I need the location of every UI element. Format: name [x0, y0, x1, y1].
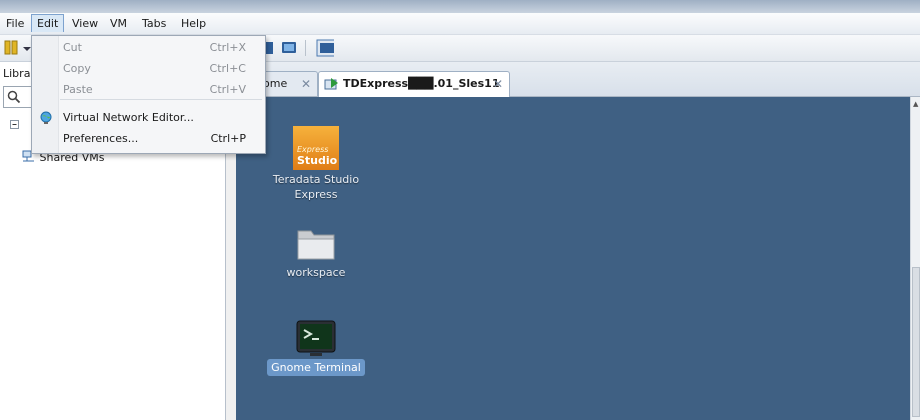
menu-item-cut[interactable]: Cut Ctrl+X [33, 38, 264, 58]
desktop-icon-label: Teradata Studio Express [272, 173, 360, 201]
folder-icon [297, 230, 335, 260]
scrollbar-thumb[interactable] [912, 267, 920, 417]
menu-item-virtual-network-editor[interactable]: Virtual Network Editor... [33, 108, 264, 128]
pause-icon[interactable] [2, 39, 20, 57]
unity-view-icon[interactable] [316, 39, 334, 57]
vm-running-icon [324, 78, 338, 90]
logo-text-top: Express [297, 145, 329, 154]
window-top-strip [0, 0, 920, 13]
logo-text-bottom: Studio [297, 154, 338, 167]
scroll-up-icon[interactable]: ▲ [913, 100, 918, 108]
desktop-icon-label: workspace [286, 266, 346, 279]
menu-item-copy[interactable]: Copy Ctrl+C [33, 59, 264, 79]
terminal-icon [296, 320, 336, 356]
search-icon [7, 90, 21, 104]
menu-edit[interactable]: Edit [31, 14, 65, 32]
menu-bar: File Edit View VM Tabs Help [0, 13, 920, 35]
menu-file[interactable]: File [1, 15, 29, 32]
tab-bar: ome ✕ TDExpress███.01_Sles11 ✕ [232, 62, 920, 97]
full-screen-icon[interactable] [280, 39, 298, 57]
toolbar-separator [305, 40, 306, 56]
edit-menu-dropdown: Cut Ctrl+X Copy Ctrl+C Paste Ctrl+V Virtual… [31, 35, 266, 154]
vm-scrollbar[interactable]: ▲ [910, 97, 920, 420]
tab-label: ome [263, 77, 288, 90]
network-globe-icon [40, 111, 52, 124]
collapse-icon[interactable] [10, 120, 20, 130]
teradata-studio-icon: Express Studio [293, 126, 339, 170]
menu-view[interactable]: View [67, 15, 103, 32]
menu-tabs[interactable]: Tabs [137, 15, 171, 32]
close-icon[interactable]: ✕ [301, 72, 311, 96]
tree-root-row[interactable] [10, 118, 20, 134]
menu-vm[interactable]: VM [105, 15, 132, 32]
menu-item-preferences[interactable]: Preferences... Ctrl+P [33, 129, 264, 149]
desktop-icon-label: Gnome Terminal [267, 359, 365, 376]
tab-vm[interactable]: TDExpress███.01_Sles11 ✕ [318, 71, 510, 97]
menu-item-paste[interactable]: Paste Ctrl+V [33, 80, 264, 100]
desktop-icon-workspace[interactable]: workspace [261, 223, 371, 280]
tab-label: TDExpress███.01_Sles11 [343, 77, 500, 90]
vm-desktop[interactable]: Express Studio Teradata Studio Express wo… [236, 97, 910, 420]
menu-separator [60, 99, 262, 100]
close-icon[interactable]: ✕ [493, 72, 503, 96]
desktop-icon-teradata-studio[interactable]: Express Studio Teradata Studio Express [261, 126, 371, 202]
menu-help[interactable]: Help [176, 15, 211, 32]
desktop-icon-gnome-terminal[interactable]: Gnome Terminal [261, 319, 371, 376]
